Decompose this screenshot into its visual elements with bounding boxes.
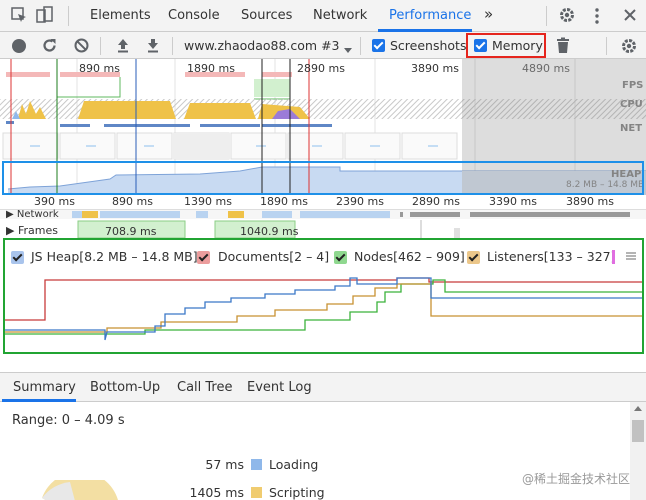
screenshots-label: Screenshots xyxy=(390,38,467,53)
inspect-element-icon[interactable] xyxy=(10,6,28,24)
tab-elements[interactable]: Elements xyxy=(90,8,151,23)
ruler-tick: 2390 ms xyxy=(336,195,384,208)
summary-scrollbar[interactable] xyxy=(630,402,646,500)
memory-counters-panel: JS Heap[8.2 MB – 14.8 MB] Documents[2 – … xyxy=(3,238,644,354)
overview-tick: 3890 ms xyxy=(411,62,459,75)
frame-duration[interactable]: 1040.9 ms xyxy=(240,225,298,238)
documents-counter-label: Documents[2 – 4] xyxy=(218,249,330,264)
screenshots-checkbox[interactable] xyxy=(372,39,385,52)
menu-icon[interactable] xyxy=(625,250,637,262)
ruler-tick: 890 ms xyxy=(112,195,153,208)
frames-track-label[interactable]: ▶ Frames xyxy=(6,224,58,237)
overview-tick: 1890 ms xyxy=(187,62,235,75)
scripting-swatch xyxy=(251,487,262,498)
tab-performance[interactable]: Performance xyxy=(389,8,471,23)
listeners-counter-label: Listeners[133 – 327] xyxy=(487,249,616,264)
nodes-counter-label: Nodes[462 – 909] xyxy=(354,249,465,264)
ruler-tick: 3890 ms xyxy=(566,195,614,208)
record-icon[interactable] xyxy=(12,39,26,53)
ruler-tick: 2890 ms xyxy=(412,195,460,208)
frame-duration[interactable]: 708.9 ms xyxy=(105,225,156,238)
listeners-checkbox[interactable] xyxy=(467,251,480,264)
reload-icon[interactable] xyxy=(41,37,58,54)
nodes-checkbox[interactable] xyxy=(334,251,347,264)
js-heap-counter-label: JS Heap[8.2 MB – 14.8 MB] xyxy=(31,249,198,264)
loading-time: 57 ms xyxy=(205,457,244,472)
documents-checkbox[interactable] xyxy=(197,251,210,264)
more-tabs-button[interactable]: » xyxy=(484,5,493,23)
ruler-tick: 1890 ms xyxy=(260,195,308,208)
capture-settings-icon[interactable] xyxy=(620,37,638,55)
overview-tick: 2890 ms xyxy=(297,62,345,75)
chevron-down-icon[interactable] xyxy=(344,43,352,53)
scripting-time: 1405 ms xyxy=(189,485,244,500)
tab-network[interactable]: Network xyxy=(313,8,367,23)
ruler-tick: 390 ms xyxy=(34,195,75,208)
details-tab-bar: Summary Bottom-Up Call Tree Event Log xyxy=(0,372,646,402)
overview-tick: 890 ms xyxy=(79,62,120,75)
timeline-tracks: ▶ Network ▶ Frames 708.9 ms 1040.9 ms xyxy=(0,210,646,239)
frames-track-text: Frames xyxy=(17,224,58,237)
tab-call-tree[interactable]: Call Tree xyxy=(177,380,233,395)
clear-icon[interactable] xyxy=(73,37,90,54)
scrollbar-thumb[interactable] xyxy=(632,420,644,442)
close-icon[interactable] xyxy=(622,7,638,23)
summary-range: Range: 0 – 4.09 s xyxy=(12,413,125,428)
ruler-tick: 1390 ms xyxy=(184,195,232,208)
garbage-collect-icon[interactable] xyxy=(556,37,570,54)
memory-highlight-annotation xyxy=(466,33,546,58)
gpu-memory-checkbox[interactable] xyxy=(612,250,615,264)
scroll-up-icon[interactable] xyxy=(634,406,642,411)
loading-swatch xyxy=(251,459,262,470)
timeline-ruler: 390 ms 890 ms 1390 ms 1890 ms 2390 ms 28… xyxy=(0,195,646,210)
devtools-tab-bar: Elements Console Sources Network Perform… xyxy=(0,0,646,32)
performance-toolbar: www.zhaodao88.com #3 Screenshots Memory xyxy=(0,32,646,59)
scripting-label: Scripting xyxy=(269,485,325,500)
js-heap-checkbox[interactable] xyxy=(11,251,24,264)
summary-pie-chart xyxy=(42,480,118,500)
loading-label: Loading xyxy=(269,457,319,472)
settings-icon[interactable] xyxy=(558,6,576,24)
network-track-label[interactable]: ▶ Network xyxy=(6,209,59,220)
upload-icon[interactable] xyxy=(115,37,131,54)
device-toolbar-icon[interactable] xyxy=(36,6,54,24)
more-options-icon[interactable] xyxy=(592,7,602,25)
watermark: @稀土掘金技术社区 xyxy=(521,472,630,486)
tab-console[interactable]: Console xyxy=(168,8,220,23)
tab-event-log[interactable]: Event Log xyxy=(247,380,312,395)
ruler-tick: 3390 ms xyxy=(489,195,537,208)
tab-bottom-up[interactable]: Bottom-Up xyxy=(90,380,160,395)
heap-highlight-annotation xyxy=(2,161,644,195)
recording-select[interactable]: www.zhaodao88.com #3 xyxy=(184,38,340,53)
tab-sources[interactable]: Sources xyxy=(241,8,292,23)
network-track-text: Network xyxy=(16,209,59,220)
download-icon[interactable] xyxy=(145,37,161,54)
tab-summary[interactable]: Summary xyxy=(13,380,76,395)
